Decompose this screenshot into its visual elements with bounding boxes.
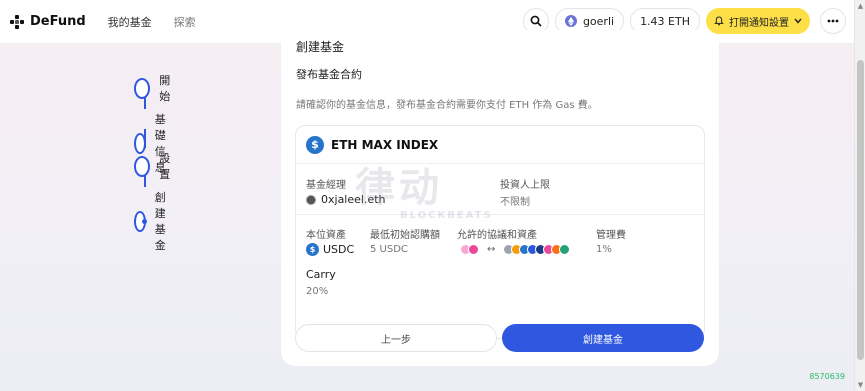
main-nav: 我的基金 探索 — [108, 14, 218, 30]
divider — [296, 214, 704, 215]
build-footer: 8570639 — [805, 372, 845, 381]
step-label: 開始 — [159, 74, 171, 103]
notification-settings-label: 打開通知設置 — [729, 17, 789, 29]
watermark-text: BLOCKBEATS — [400, 210, 493, 221]
carry-label: Carry — [306, 268, 336, 281]
base-asset-label: 本位資產 — [306, 230, 346, 241]
step-indicator — [134, 155, 151, 177]
watermark-logo: 律动 — [355, 165, 443, 211]
create-fund-card: 創建基金 發布基金合約 請確認你的基金信息，發布基金合約需要你支付 ETH 作為… — [281, 30, 719, 366]
notification-settings-button[interactable]: 打開通知設置 — [706, 8, 810, 34]
usdc-icon: $ — [306, 243, 319, 256]
more-dots-icon — [827, 19, 839, 23]
network-name: goerli — [582, 14, 615, 28]
management-fee-label: 管理費 — [596, 230, 626, 241]
build-number: 8570639 — [809, 372, 845, 381]
asset-icons — [503, 244, 571, 255]
min-subscription-label: 最低初始認購額 — [370, 230, 440, 241]
scrollbar-thumb[interactable] — [857, 60, 864, 360]
scroll-down-icon[interactable]: ▼ — [857, 381, 864, 389]
page-scrollbar[interactable]: ▲ ▼ — [854, 0, 865, 391]
more-options-button[interactable] — [820, 8, 846, 34]
bell-icon — [714, 16, 724, 26]
back-button[interactable]: 上一步 — [295, 324, 497, 352]
manager-label: 基金經理 — [306, 180, 346, 191]
card-title: 創建基金 — [296, 40, 345, 54]
allowed-assets-label: 允許的協議和資產 — [457, 230, 537, 241]
step-settings: 設置 — [134, 150, 175, 182]
step-indicator — [134, 77, 151, 99]
min-subscription-value: 5 USDC — [370, 244, 408, 255]
brand-logo[interactable]: DeFund — [10, 14, 86, 29]
chevron-down-icon — [794, 18, 802, 24]
swap-arrow-icon: ↔ — [487, 244, 496, 255]
investor-limit-label: 投資人上限 — [500, 180, 550, 191]
usdt-token-icon — [559, 244, 571, 255]
step-create-fund: 創建基金 — [134, 189, 175, 253]
investor-limit-value: 不限制 — [500, 197, 530, 208]
step-label: 設置 — [159, 152, 171, 181]
defund-logo-icon — [10, 14, 24, 29]
base-asset-name: USDC — [323, 243, 355, 256]
create-fund-button[interactable]: 創建基金 — [502, 324, 704, 352]
scroll-up-icon[interactable]: ▲ — [857, 2, 864, 10]
base-asset-value: $ USDC — [306, 243, 354, 256]
ethereum-icon — [564, 15, 577, 27]
step-start: 開始 — [134, 72, 175, 104]
carry-value: 20% — [306, 286, 329, 297]
uniswap-icon — [468, 244, 479, 255]
search-icon — [530, 15, 542, 27]
nav-explore[interactable]: 探索 — [174, 14, 196, 30]
card-subtitle: 發布基金合約 — [296, 68, 362, 81]
balance-value: 1.43 ETH — [640, 14, 690, 28]
management-fee-value: 1% — [596, 244, 612, 255]
avatar — [306, 194, 316, 205]
fund-name: ETH MAX INDEX — [331, 137, 439, 152]
gas-fee-note: 請確認你的基金信息，發布基金合約需要你支付 ETH 作為 Gas 費。 — [296, 100, 598, 111]
nav-my-funds[interactable]: 我的基金 — [108, 14, 152, 30]
protocol-icons — [460, 244, 479, 255]
brand-name: DeFund — [30, 14, 86, 29]
allowed-assets-list: ↔ — [460, 244, 571, 255]
step-indicator-current — [134, 210, 147, 232]
usdc-icon: $ — [306, 135, 324, 154]
step-label: 創建基金 — [154, 191, 166, 252]
